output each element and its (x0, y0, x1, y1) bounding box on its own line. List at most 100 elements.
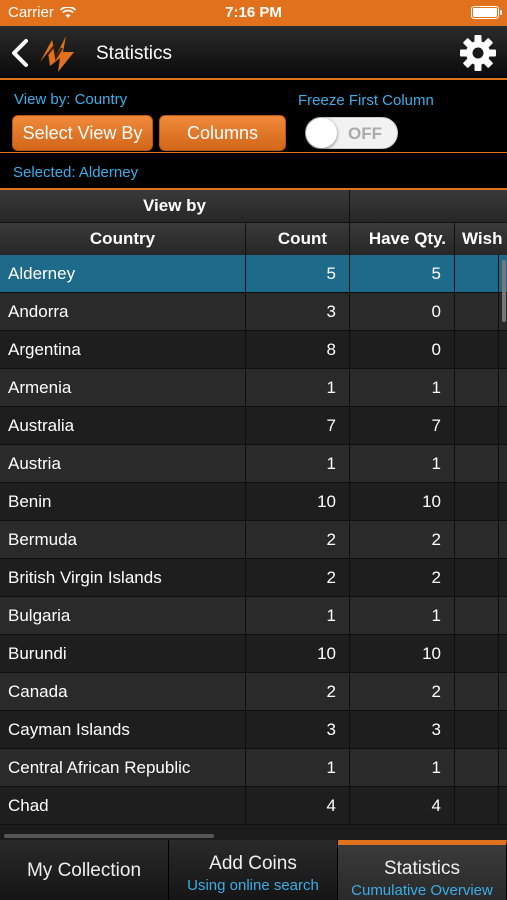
table-row[interactable]: Australia 7 7 (0, 407, 507, 445)
cell-count: 2 (246, 559, 350, 596)
cell-have-qty: 10 (350, 483, 455, 520)
selected-label: Selected: Alderney (13, 164, 139, 181)
table-row[interactable]: Andorra 3 0 (0, 293, 507, 331)
cell-country: Burundi (0, 635, 246, 672)
header-count[interactable]: Count (246, 223, 350, 255)
cell-count: 3 (246, 293, 350, 330)
table-header-row: Country Count Have Qty. Wish (0, 222, 507, 255)
cell-country: Andorra (0, 293, 246, 330)
table-row[interactable]: Bermuda 2 2 (0, 521, 507, 559)
cell-wish (455, 749, 499, 786)
cell-count: 1 (246, 445, 350, 482)
cell-wish (455, 635, 499, 672)
cell-count: 1 (246, 749, 350, 786)
columns-button[interactable]: Columns (159, 115, 286, 151)
cell-count: 10 (246, 483, 350, 520)
cell-count: 5 (246, 255, 350, 292)
cell-have-qty: 0 (350, 293, 455, 330)
cell-country: Central African Republic (0, 749, 246, 786)
table-row[interactable]: Alderney 5 5 (0, 255, 507, 293)
cell-have-qty: 2 (350, 673, 455, 710)
tab-label: My Collection (26, 860, 142, 881)
cell-count: 2 (246, 521, 350, 558)
cell-have-qty: 1 (350, 369, 455, 406)
controls-panel: View by: Country Freeze First Column Sel… (0, 82, 507, 190)
cell-wish (455, 521, 499, 558)
table-row[interactable]: Bulgaria 1 1 (0, 597, 507, 635)
header-have-qty[interactable]: Have Qty. (350, 223, 455, 255)
table-row[interactable]: Central African Republic 1 1 (0, 749, 507, 787)
table-row[interactable]: Cayman Islands 3 3 (0, 711, 507, 749)
tab-add-coins[interactable]: Add Coins Using online search (169, 840, 338, 900)
table-row[interactable]: Canada 2 2 (0, 673, 507, 711)
tab-statistics[interactable]: Statistics Cumulative Overview (338, 840, 507, 900)
cell-wish (455, 445, 499, 482)
group-header-view-by: View by (0, 190, 350, 222)
nav-bar: Statistics (0, 26, 507, 80)
cell-have-qty: 4 (350, 787, 455, 824)
cell-country: Alderney (0, 255, 246, 292)
cell-count: 7 (246, 407, 350, 444)
table-row[interactable]: Austria 1 1 (0, 445, 507, 483)
cell-count: 8 (246, 331, 350, 368)
table-row[interactable]: Armenia 1 1 (0, 369, 507, 407)
tab-my-collection[interactable]: My Collection (0, 840, 169, 900)
tab-sublabel: Cumulative Overview (351, 882, 493, 899)
table-group-header-row: View by (0, 190, 507, 222)
cell-count: 4 (246, 787, 350, 824)
tab-label: Statistics (383, 858, 461, 879)
cell-wish (455, 673, 499, 710)
back-chevron-icon[interactable] (8, 38, 32, 68)
cell-country: Benin (0, 483, 246, 520)
cell-wish (455, 369, 499, 406)
page-title: Statistics (96, 43, 173, 64)
cell-have-qty: 2 (350, 521, 455, 558)
cell-wish (455, 293, 499, 330)
cell-country: Argentina (0, 331, 246, 368)
gear-icon[interactable] (459, 34, 497, 72)
cell-country: Bulgaria (0, 597, 246, 634)
table-row[interactable]: British Virgin Islands 2 2 (0, 559, 507, 597)
header-wish[interactable]: Wish (455, 223, 507, 255)
cell-have-qty: 3 (350, 711, 455, 748)
freeze-first-column-label: Freeze First Column (298, 92, 434, 109)
cell-country: Austria (0, 445, 246, 482)
cell-have-qty: 1 (350, 445, 455, 482)
tab-sublabel: Using online search (187, 877, 319, 894)
table-row[interactable]: Benin 10 10 (0, 483, 507, 521)
toggle-state-label: OFF (348, 124, 382, 143)
cell-have-qty: 0 (350, 331, 455, 368)
table-row[interactable]: Burundi 10 10 (0, 635, 507, 673)
table-row[interactable]: Argentina 8 0 (0, 331, 507, 369)
cell-country: Australia (0, 407, 246, 444)
cell-have-qty: 7 (350, 407, 455, 444)
battery-icon (471, 6, 502, 19)
group-header-empty (350, 190, 507, 222)
toggle-knob (306, 118, 337, 148)
select-view-by-button[interactable]: Select View By (12, 115, 153, 151)
cell-have-qty: 1 (350, 749, 455, 786)
app-logo-icon (40, 36, 74, 72)
tab-bar: My Collection Add Coins Using online sea… (0, 840, 507, 900)
tab-label: Add Coins (209, 853, 297, 874)
cell-count: 10 (246, 635, 350, 672)
cell-wish (455, 483, 499, 520)
cell-have-qty: 10 (350, 635, 455, 672)
vertical-scrollbar[interactable] (502, 260, 506, 322)
statistics-table[interactable]: View by Country Count Have Qty. Wish Ald… (0, 190, 507, 840)
horizontal-scrollbar[interactable] (4, 834, 214, 838)
header-country[interactable]: Country (0, 223, 246, 255)
cell-count: 2 (246, 673, 350, 710)
cell-wish (455, 711, 499, 748)
cell-country: Armenia (0, 369, 246, 406)
table-row[interactable]: Chad 4 4 (0, 787, 507, 825)
cell-count: 3 (246, 711, 350, 748)
cell-country: Chad (0, 787, 246, 824)
cell-country: Cayman Islands (0, 711, 246, 748)
cell-wish (455, 597, 499, 634)
divider (0, 152, 507, 153)
cell-country: Canada (0, 673, 246, 710)
status-time: 7:16 PM (225, 4, 282, 21)
cell-wish (455, 407, 499, 444)
freeze-column-toggle[interactable]: OFF (305, 117, 398, 149)
